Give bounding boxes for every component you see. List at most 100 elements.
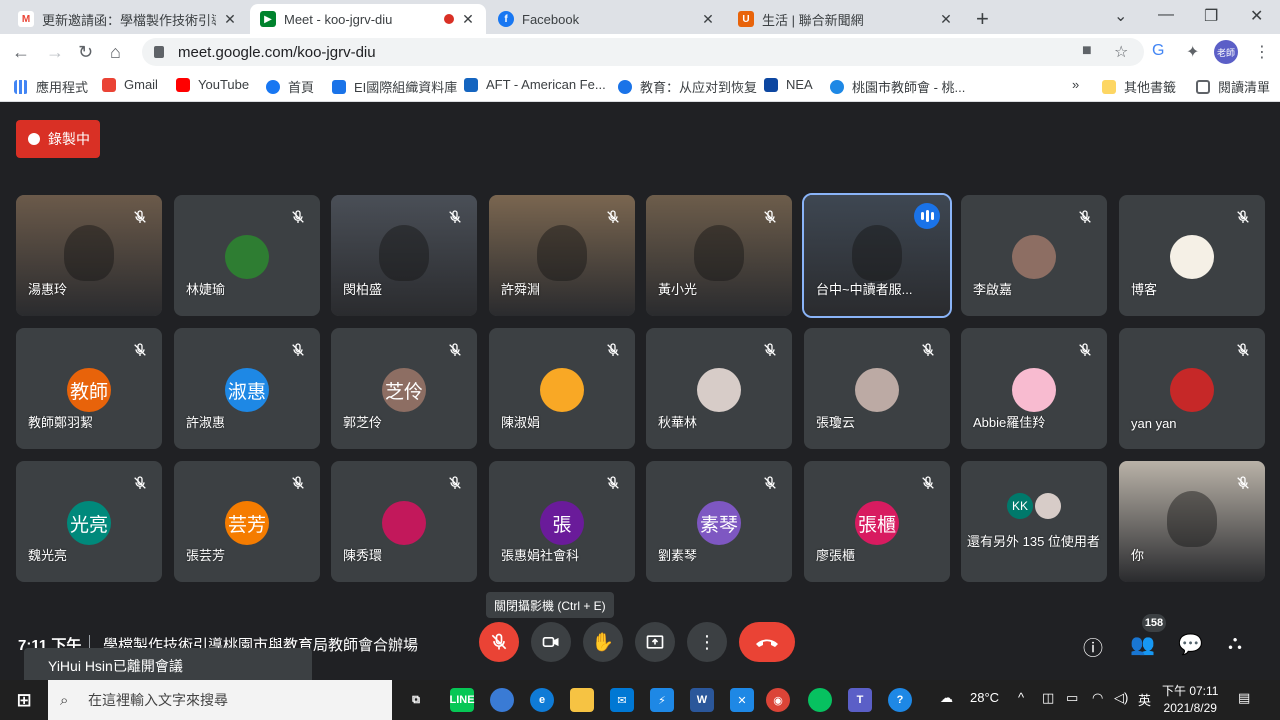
chat-button[interactable]: 💬: [1178, 632, 1203, 657]
close-icon[interactable]: ✕: [222, 11, 238, 28]
bookmark-gmail[interactable]: Gmail: [102, 77, 158, 92]
participant-name: 張惠娟社會科: [501, 548, 580, 563]
window-close-icon[interactable]: ✕: [1250, 6, 1263, 26]
teams-icon[interactable]: T: [848, 688, 872, 712]
close-icon[interactable]: ✕: [700, 11, 716, 28]
reload-icon[interactable]: ↻: [78, 42, 93, 63]
participant-tile[interactable]: 李啟嘉: [961, 195, 1107, 316]
word-icon[interactable]: W: [690, 688, 714, 712]
more-bookmarks-icon[interactable]: »: [1072, 77, 1079, 92]
participant-tile[interactable]: 台中~中讀者服...: [802, 193, 952, 318]
bookmark-youtube[interactable]: YouTube: [176, 77, 249, 92]
participant-tile[interactable]: yan yan: [1119, 328, 1265, 449]
activities-button[interactable]: ⛬: [1228, 632, 1242, 655]
tab-facebook[interactable]: f Facebook ✕: [488, 4, 726, 34]
chrome-icon[interactable]: ◉: [766, 688, 790, 712]
tab-search-icon[interactable]: ⌄: [1114, 6, 1127, 26]
translate-icon[interactable]: G: [1152, 42, 1164, 60]
app-icon[interactable]: ⚡: [650, 688, 674, 712]
bookmark-nea[interactable]: NEA: [764, 77, 813, 92]
leave-call-button[interactable]: [739, 622, 795, 662]
participant-tile[interactable]: 黃小光: [646, 195, 792, 316]
camera-permission-icon[interactable]: ■: [1082, 42, 1092, 60]
bookmark-home[interactable]: 首頁: [266, 77, 314, 96]
raise-hand-button[interactable]: ✋: [583, 622, 623, 662]
other-bookmarks[interactable]: 其他書籤: [1102, 77, 1176, 96]
participant-name: 郭芝伶: [343, 415, 383, 430]
participant-tile[interactable]: 你: [1119, 461, 1265, 582]
tab-udn[interactable]: U 生活 | 聯合新聞網 ✕: [728, 4, 964, 34]
ime-indicator[interactable]: 英: [1138, 690, 1151, 709]
camera-toggle-button[interactable]: [531, 622, 571, 662]
home-icon[interactable]: ⌂: [110, 42, 121, 63]
file-explorer-icon[interactable]: [570, 688, 594, 712]
meeting-details-button[interactable]: ⓘ: [1083, 632, 1103, 661]
search-placeholder: 在這裡輸入文字來搜尋: [88, 692, 228, 708]
bookmark-star-icon[interactable]: ☆: [1114, 42, 1128, 62]
participant-tile[interactable]: KK 還有另外 135 位使用者: [961, 461, 1107, 582]
participant-tile[interactable]: 教師 教師鄭羽絜: [16, 328, 162, 449]
bookmark-education[interactable]: 教育：从应对到恢复: [618, 77, 757, 96]
wifi-icon[interactable]: ◠: [1092, 690, 1103, 706]
participant-tile[interactable]: 陳淑娟: [489, 328, 635, 449]
participant-tile[interactable]: 芸芳 張芸芳: [174, 461, 320, 582]
extensions-icon[interactable]: ✦: [1186, 42, 1199, 62]
bookmark-taoyuan[interactable]: 桃園市教師會 - 桃...: [830, 77, 965, 96]
mic-toggle-button[interactable]: [479, 622, 519, 662]
wechat-icon[interactable]: [808, 688, 832, 712]
close-icon[interactable]: ✕: [938, 11, 954, 28]
participant-tile[interactable]: 張櫃 廖張櫃: [804, 461, 950, 582]
participant-tile[interactable]: 陳秀環: [331, 461, 477, 582]
bookmark-aft[interactable]: AFT - American Fe...: [464, 77, 606, 92]
volume-icon[interactable]: ◁): [1114, 690, 1128, 706]
address-bar[interactable]: meet.google.com/koo-jgrv-diu: [142, 38, 1144, 66]
participant-tile[interactable]: 素琴 劉素琴: [646, 461, 792, 582]
close-icon[interactable]: ✕: [460, 11, 476, 28]
edge-icon[interactable]: e: [530, 688, 554, 712]
new-tab-button[interactable]: +: [976, 6, 989, 32]
participant-tile[interactable]: 湯惠玲: [16, 195, 162, 316]
windows-start-icon[interactable]: ⊞: [12, 688, 36, 712]
recording-button[interactable]: 錄製中: [16, 120, 100, 158]
restore-icon[interactable]: ❐: [1204, 6, 1218, 26]
profile-avatar[interactable]: 老師: [1214, 40, 1238, 64]
weather-icon[interactable]: ☁: [940, 690, 953, 706]
app-icon[interactable]: ✕: [730, 688, 754, 712]
notification-icon[interactable]: ▤: [1238, 690, 1250, 706]
back-icon[interactable]: ←: [12, 42, 30, 63]
participant-tile[interactable]: 林婕瑜: [174, 195, 320, 316]
temperature[interactable]: 28°C: [970, 690, 999, 705]
show-hidden-icons[interactable]: ^: [1018, 690, 1024, 705]
participant-tile[interactable]: 芝伶 郭芝伶: [331, 328, 477, 449]
taskbar-search-box[interactable]: ⌕ 在這裡輸入文字來搜尋: [48, 680, 392, 720]
tab-meet[interactable]: ▶ Meet - koo-jgrv-diu ✕: [250, 4, 486, 34]
more-options-button[interactable]: ⋮: [687, 622, 727, 662]
app-icon[interactable]: [490, 688, 514, 712]
participant-tile[interactable]: 閔柏盛: [331, 195, 477, 316]
line-app-icon[interactable]: LINE: [449, 688, 475, 712]
bookmark-apps[interactable]: 應用程式: [14, 77, 88, 96]
participant-tile[interactable]: 秋華林: [646, 328, 792, 449]
menu-icon[interactable]: ⋮: [1254, 42, 1270, 62]
participant-tile[interactable]: 許舜淵: [489, 195, 635, 316]
present-button[interactable]: [635, 622, 675, 662]
bookmark-ei[interactable]: EI國際組織資料庫: [332, 77, 457, 96]
reading-list[interactable]: 閱讀清單: [1196, 77, 1270, 96]
task-view-icon[interactable]: ⧉: [404, 688, 428, 712]
people-button[interactable]: 👥: [1130, 632, 1155, 657]
help-icon[interactable]: ?: [888, 688, 912, 712]
minimize-icon[interactable]: —: [1158, 6, 1174, 24]
participant-tile[interactable]: Abbie羅佳羚: [961, 328, 1107, 449]
mic-muted-icon: [1231, 205, 1255, 229]
participant-tile[interactable]: 淑惠 許淑惠: [174, 328, 320, 449]
mail-icon[interactable]: ✉: [610, 688, 634, 712]
taskbar-clock[interactable]: 下午 07:11 2021/8/29: [1162, 683, 1218, 717]
participant-tile[interactable]: 張瓊云: [804, 328, 950, 449]
participant-tile[interactable]: 張張惠娟社會科: [489, 461, 635, 582]
participant-tile[interactable]: 光亮 魏光亮: [16, 461, 162, 582]
participant-tile[interactable]: 博客: [1119, 195, 1265, 316]
forward-icon[interactable]: →: [46, 42, 64, 63]
tab-gmail[interactable]: M 更新邀請函：學檔製作技術引導 ✕: [8, 4, 248, 34]
battery-icon[interactable]: ▭: [1066, 690, 1078, 706]
network-icon[interactable]: ◫: [1042, 690, 1054, 706]
